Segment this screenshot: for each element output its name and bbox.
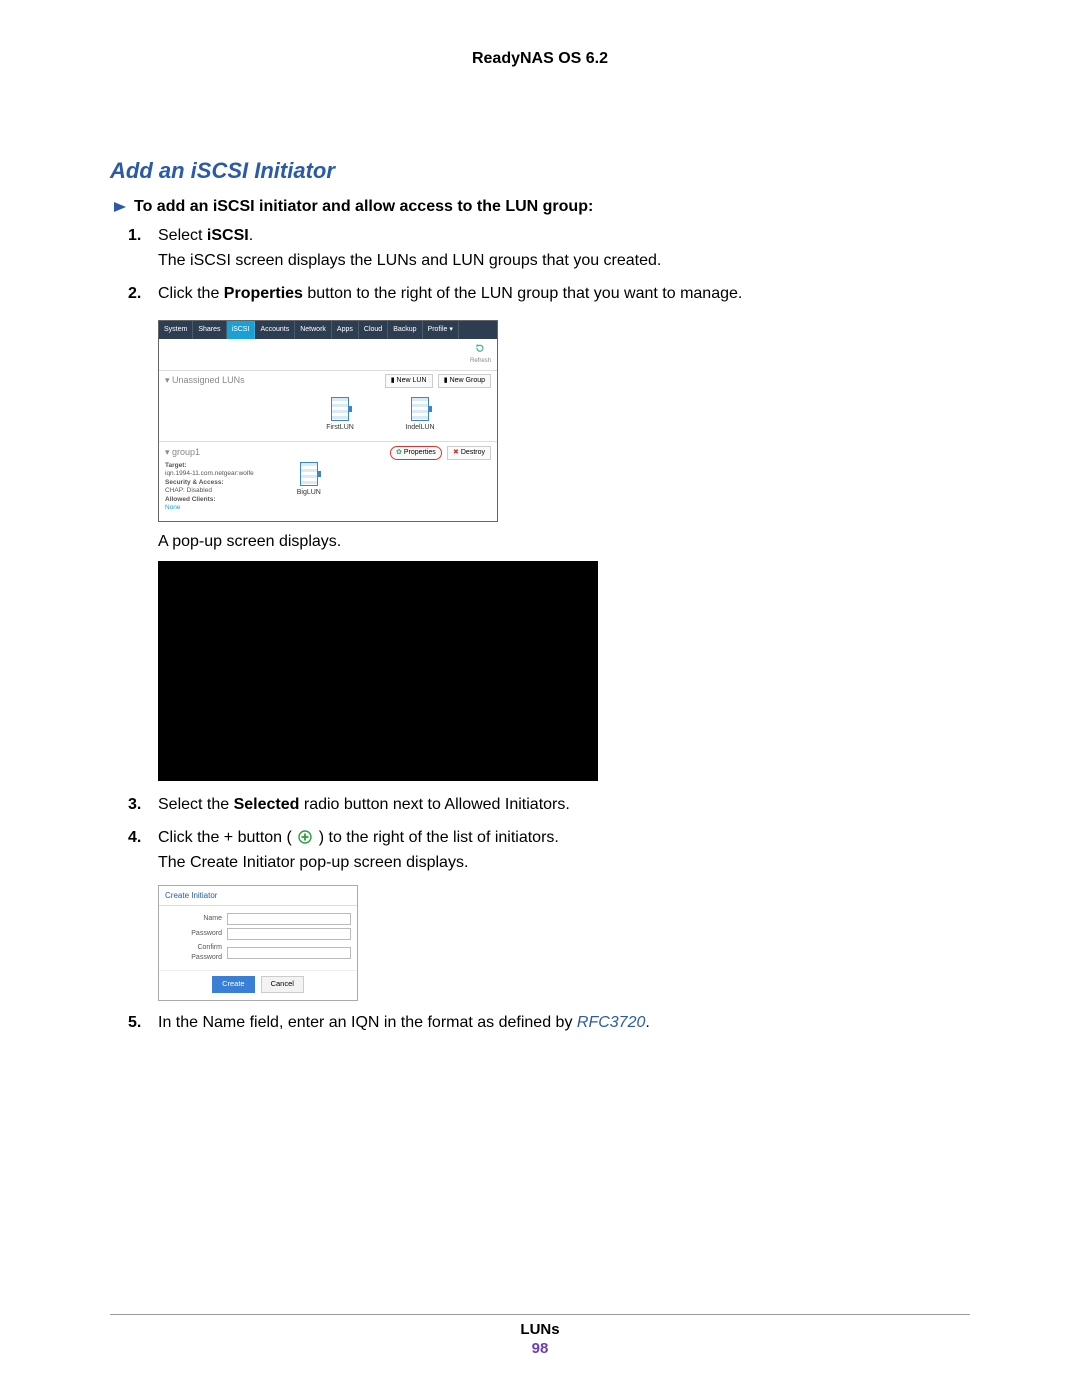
step-2: 2. Click the Properties button to the ri… — [158, 282, 970, 780]
new-group-button[interactable]: ▮New Group — [438, 374, 491, 388]
footer-section: LUNs — [110, 1321, 970, 1338]
cancel-button[interactable]: Cancel — [261, 976, 304, 993]
step-number: 1. — [128, 224, 141, 247]
step-4-text-b: ) to the right of the list of initiators… — [314, 829, 559, 846]
step-1-text-a: Select — [158, 227, 207, 244]
arrow-right-icon — [114, 202, 128, 212]
intro-line: To add an iSCSI initiator and allow acce… — [110, 198, 970, 216]
lun-item[interactable]: BigLUN — [284, 462, 334, 498]
step-3-text-c: radio button next to Allowed Initiators. — [299, 796, 569, 813]
footer-page-number: 98 — [110, 1340, 970, 1357]
group-metadata: Target: iqn.1994-11.com.netgear:wolfe Se… — [165, 462, 254, 513]
step-number: 5. — [128, 1011, 141, 1034]
group-name: ▾ group1 — [165, 446, 200, 459]
name-label: Name — [165, 914, 227, 924]
password-field[interactable] — [227, 928, 351, 940]
lun-item[interactable]: IndelLUN — [395, 397, 445, 433]
step-4: 4. Click the + button ( ) to the right o… — [158, 826, 970, 1001]
drive-icon — [411, 397, 429, 421]
rfc-link[interactable]: RFC3720 — [577, 1014, 645, 1031]
page-footer: LUNs 98 — [110, 1314, 970, 1357]
lun-name: FirstLUN — [315, 423, 365, 433]
step-number: 3. — [128, 793, 141, 816]
tab-shares[interactable]: Shares — [193, 321, 226, 339]
step-3-bold: Selected — [234, 796, 300, 813]
tab-iscsi[interactable]: iSCSI — [227, 321, 256, 339]
step-1-bold: iSCSI — [207, 227, 249, 244]
page-header: ReadyNAS OS 6.2 — [110, 50, 970, 68]
password-label: Password — [165, 929, 227, 939]
step-number: 2. — [128, 282, 141, 305]
step-2-text-c: button to the right of the LUN group tha… — [303, 285, 742, 302]
intro-text: To add an iSCSI initiator and allow acce… — [134, 198, 593, 216]
drive-icon — [331, 397, 349, 421]
tab-backup[interactable]: Backup — [388, 321, 422, 339]
refresh-button[interactable]: Refresh — [470, 343, 491, 366]
tab-profile[interactable]: Profile ▾ — [423, 321, 459, 339]
step-number: 4. — [128, 826, 141, 849]
step-1: 1. Select iSCSI. The iSCSI screen displa… — [158, 224, 970, 272]
plus-icon — [298, 826, 312, 849]
lun-name: IndelLUN — [395, 423, 445, 433]
x-icon: ✖ — [453, 448, 459, 458]
step-1-para: The iSCSI screen displays the LUNs and L… — [158, 249, 970, 272]
lun-item[interactable]: FirstLUN — [315, 397, 365, 433]
step-3-text-a: Select the — [158, 796, 234, 813]
destroy-button[interactable]: ✖Destroy — [447, 446, 491, 460]
step-2-text-a: Click the — [158, 285, 224, 302]
step-5: 5. In the Name field, enter an IQN in th… — [158, 1011, 970, 1034]
lun-icon: ▮ — [391, 376, 395, 386]
properties-button[interactable]: ✿Properties — [390, 446, 442, 460]
tab-network[interactable]: Network — [295, 321, 332, 339]
tab-apps[interactable]: Apps — [332, 321, 359, 339]
nav-tabs: System Shares iSCSI Accounts Network App… — [159, 321, 497, 339]
step-1-text-c: . — [249, 227, 253, 244]
step-5-text-c: . — [645, 1014, 649, 1031]
lun-name: BigLUN — [284, 488, 334, 498]
confirm-password-label: Confirm Password — [165, 943, 227, 963]
drive-icon — [300, 462, 318, 486]
popup-para: A pop-up screen displays. — [158, 530, 970, 553]
tab-cloud[interactable]: Cloud — [359, 321, 388, 339]
step-5-text-a: In the Name field, enter an IQN in the f… — [158, 1014, 577, 1031]
iscsi-screenshot: System Shares iSCSI Accounts Network App… — [158, 320, 498, 522]
new-lun-button[interactable]: ▮New LUN — [385, 374, 433, 388]
refresh-label: Refresh — [470, 357, 491, 366]
group-icon: ▮ — [444, 376, 448, 386]
create-initiator-dialog: Create Initiator Name Password Confirm P… — [158, 885, 358, 1002]
confirm-password-field[interactable] — [227, 947, 351, 959]
step-4-para: The Create Initiator pop-up screen displ… — [158, 851, 970, 874]
step-4-text-a: Click the + button ( — [158, 829, 296, 846]
footer-rule — [110, 1314, 970, 1315]
name-field[interactable] — [227, 913, 351, 925]
step-3: 3. Select the Selected radio button next… — [158, 793, 970, 816]
step-2-bold: Properties — [224, 285, 303, 302]
section-heading: Add an iSCSI Initiator — [110, 158, 970, 184]
tab-accounts[interactable]: Accounts — [255, 321, 295, 339]
gear-icon: ✿ — [396, 448, 402, 458]
popup-screenshot-placeholder — [158, 561, 598, 781]
create-button[interactable]: Create — [212, 976, 255, 993]
unassigned-luns-label: ▾ Unassigned LUNs — [165, 374, 245, 387]
dialog-title: Create Initiator — [159, 886, 357, 907]
tab-system[interactable]: System — [159, 321, 193, 339]
